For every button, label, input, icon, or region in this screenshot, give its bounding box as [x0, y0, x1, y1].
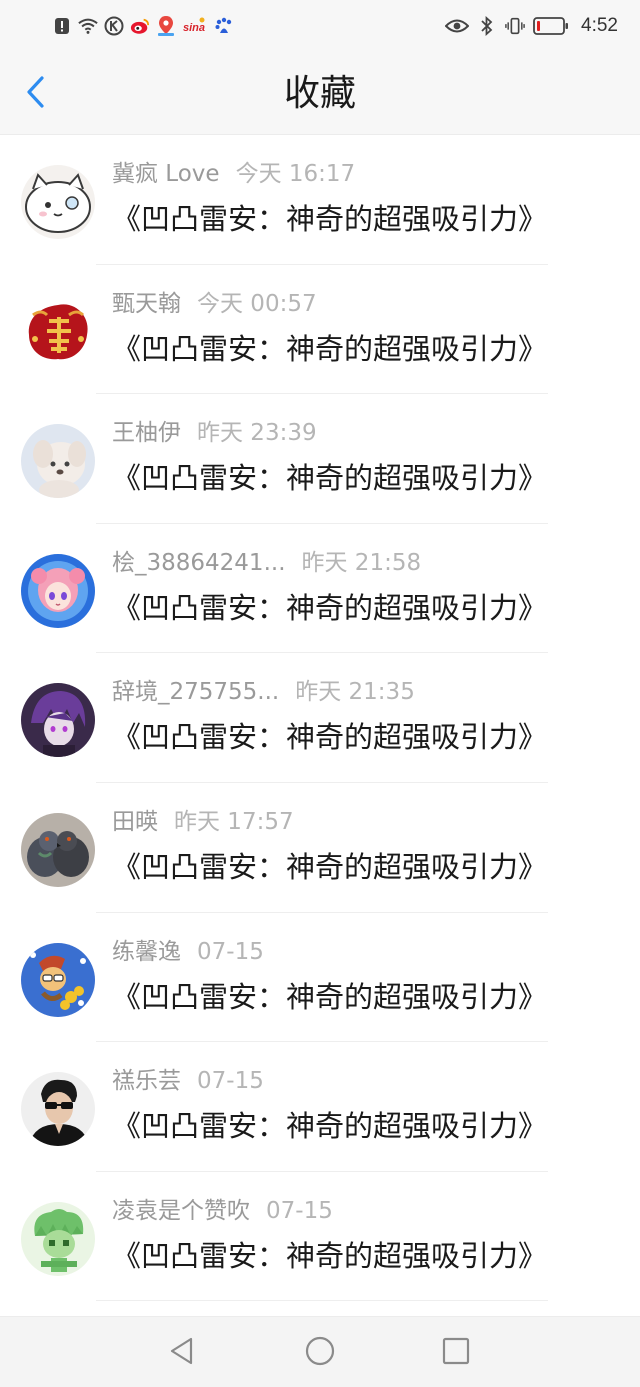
pigeon-avatar-icon — [21, 812, 95, 887]
username[interactable]: 禚乐芸 — [112, 1068, 181, 1094]
back-triangle-icon — [168, 1336, 196, 1370]
baidu-icon — [214, 16, 234, 36]
avatar — [21, 683, 95, 758]
timestamp: 07-15 — [197, 1068, 264, 1095]
list-item[interactable]: 冀疯 Love 今天 16:17 《凹凸雷安：神奇的超强吸引力》 — [0, 135, 640, 265]
bluetooth-icon — [477, 16, 497, 36]
item-meta: 冀疯 Love 今天 16:17 — [112, 159, 355, 189]
list-item[interactable]: 甄天翰 今天 00:57 《凹凸雷安：神奇的超强吸引力》 — [0, 265, 640, 395]
anime-boy-avatar-icon — [21, 683, 95, 758]
list-item[interactable]: 辞境_275755... 昨天 21:35 《凹凸雷安：神奇的超强吸引力》 — [0, 653, 640, 783]
item-meta: 田暎 昨天 17:57 — [112, 807, 294, 837]
sunglasses-avatar-icon — [21, 1072, 95, 1147]
svg-text:sina: sina — [183, 22, 205, 34]
avatar — [21, 1072, 95, 1147]
username[interactable]: 桧_38864241... — [112, 550, 286, 576]
avatar — [21, 165, 95, 239]
item-meta: 王柚伊 昨天 23:39 — [112, 418, 317, 448]
article-title[interactable]: 《凹凸雷安：神奇的超强吸引力》 — [112, 1236, 547, 1276]
status-time: 4:52 — [581, 15, 618, 36]
puppy-avatar-icon — [21, 424, 95, 499]
username[interactable]: 练馨逸 — [112, 939, 181, 965]
system-nav-bar — [0, 1316, 640, 1387]
article-title[interactable]: 《凹凸雷安：神奇的超强吸引力》 — [112, 199, 547, 239]
item-meta: 禚乐芸 07-15 — [112, 1066, 264, 1096]
item-meta: 凌袁是个赞吹 07-15 — [112, 1196, 333, 1226]
wifi-icon — [78, 16, 98, 36]
status-icons-left: sina — [52, 13, 234, 39]
article-title[interactable]: 《凹凸雷安：神奇的超强吸引力》 — [112, 847, 547, 887]
home-circle-icon — [304, 1335, 336, 1371]
timestamp: 昨天 17:57 — [174, 808, 294, 835]
cartoon-avatar-icon — [21, 942, 95, 1017]
timestamp: 今天 16:17 — [235, 161, 356, 187]
timestamp: 昨天 21:35 — [295, 679, 415, 706]
list-item[interactable]: 禚乐芸 07-15 《凹凸雷安：神奇的超强吸引力》 — [0, 1042, 640, 1172]
article-title[interactable]: 《凹凸雷安：神奇的超强吸引力》 — [112, 329, 547, 369]
timestamp: 今天 00:57 — [197, 290, 317, 317]
header: 收藏 — [0, 52, 640, 135]
article-title[interactable]: 《凹凸雷安：神奇的超强吸引力》 — [112, 458, 547, 498]
username[interactable]: 田暎 — [112, 809, 158, 835]
k-app-icon — [104, 16, 124, 36]
timestamp: 昨天 21:58 — [301, 549, 422, 576]
avatar — [21, 812, 95, 887]
weibo-icon — [130, 16, 150, 36]
green-character-avatar-icon — [21, 1201, 95, 1276]
sina-icon: sina — [182, 16, 208, 36]
list-item[interactable]: 桧_38864241... 昨天 21:58 《凹凸雷安：神奇的超强吸引力》 — [0, 524, 640, 654]
list-item[interactable]: 练馨逸 07-15 《凹凸雷安：神奇的超强吸引力》 — [0, 913, 640, 1043]
cat-avatar-icon — [21, 165, 95, 239]
article-title[interactable]: 《凹凸雷安：神奇的超强吸引力》 — [112, 977, 547, 1017]
timestamp: 07-15 — [266, 1197, 333, 1224]
avatar — [21, 294, 95, 369]
vibrate-icon — [505, 16, 525, 36]
list-item[interactable]: 田暎 昨天 17:57 《凹凸雷安：神奇的超强吸引力》 — [0, 783, 640, 913]
timestamp: 昨天 23:39 — [197, 420, 317, 447]
avatar — [21, 424, 95, 499]
item-meta: 桧_38864241... 昨天 21:58 — [112, 548, 421, 578]
avatar — [21, 1201, 95, 1276]
item-meta: 甄天翰 今天 00:57 — [112, 289, 317, 319]
list-item[interactable]: 王柚伊 昨天 23:39 《凹凸雷安：神奇的超强吸引力》 — [0, 394, 640, 524]
avatar — [21, 553, 95, 628]
item-meta: 辞境_275755... 昨天 21:35 — [112, 677, 415, 707]
timestamp: 07-15 — [197, 938, 264, 965]
battery-icon — [533, 16, 569, 36]
username[interactable]: 冀疯 Love — [112, 161, 220, 187]
nav-recent-button[interactable] — [438, 1335, 474, 1371]
username[interactable]: 甄天翰 — [112, 291, 181, 317]
fu-avatar-icon — [21, 294, 95, 369]
username[interactable]: 辞境_275755... — [112, 679, 279, 705]
page-title: 收藏 — [283, 73, 356, 114]
status-icons-right: 4:52 — [445, 13, 618, 39]
nav-home-button[interactable] — [302, 1335, 338, 1371]
divider — [96, 1300, 548, 1302]
anime-girl-avatar-icon — [21, 553, 95, 628]
item-meta: 练馨逸 07-15 — [112, 937, 264, 967]
list-item[interactable]: 凌袁是个赞吹 07-15 《凹凸雷安：神奇的超强吸引力》 — [0, 1172, 640, 1302]
favorites-screen: sina 4:52 收藏 冀疯 Love 今天 16:17 《凹凸雷安：神奇的超… — [0, 0, 640, 1387]
nav-back-button[interactable] — [164, 1335, 200, 1371]
map-pin-icon — [156, 16, 176, 36]
alert-icon — [52, 16, 72, 36]
status-bar: sina 4:52 — [0, 0, 640, 52]
article-title[interactable]: 《凹凸雷安：神奇的超强吸引力》 — [112, 717, 547, 757]
article-title[interactable]: 《凹凸雷安：神奇的超强吸引力》 — [112, 1106, 547, 1146]
recent-square-icon — [441, 1336, 471, 1370]
favorites-list: 冀疯 Love 今天 16:17 《凹凸雷安：神奇的超强吸引力》 甄天翰 今天 00… — [0, 135, 640, 1302]
avatar — [21, 942, 95, 1017]
username[interactable]: 王柚伊 — [112, 420, 181, 446]
article-title[interactable]: 《凹凸雷安：神奇的超强吸引力》 — [112, 588, 547, 628]
eye-icon — [445, 16, 470, 36]
username[interactable]: 凌袁是个赞吹 — [112, 1198, 250, 1224]
